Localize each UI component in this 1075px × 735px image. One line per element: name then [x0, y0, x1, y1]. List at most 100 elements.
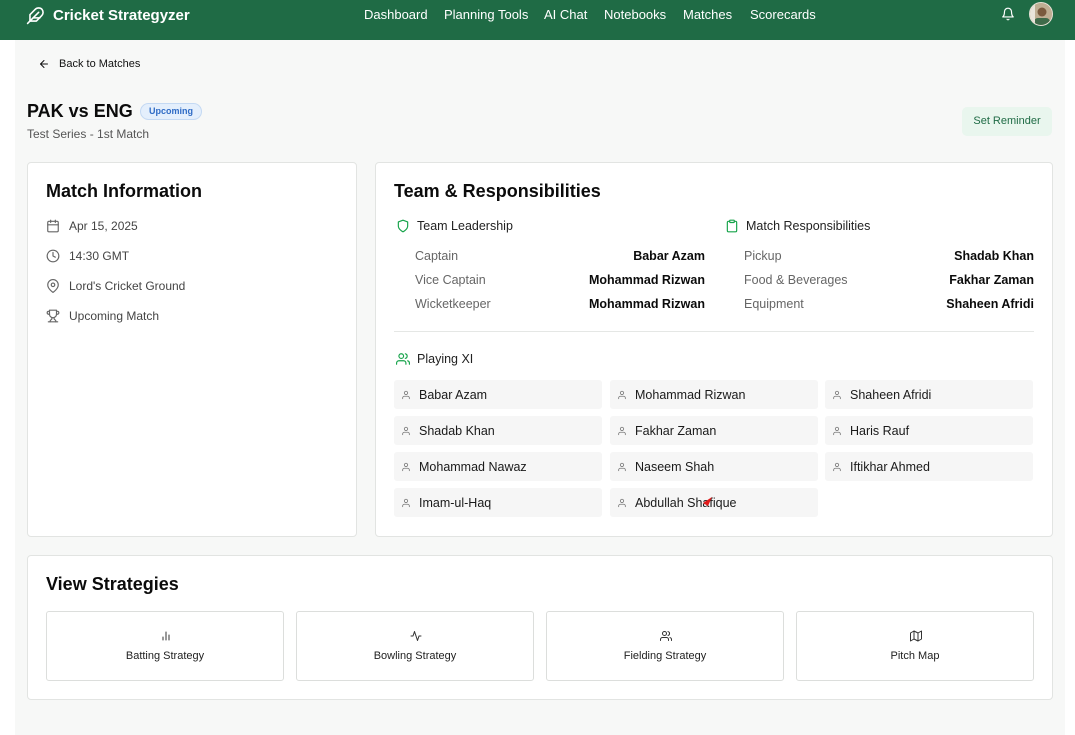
section-divider	[394, 331, 1034, 332]
feather-logo-icon	[26, 7, 44, 25]
nav-scorecards[interactable]: Scorecards	[750, 7, 816, 22]
nav-dashboard[interactable]: Dashboard	[364, 7, 428, 22]
team-leadership-label: Team Leadership	[417, 219, 513, 233]
player-name: Fakhar Zaman	[635, 423, 717, 438]
bar-chart-icon	[162, 631, 170, 641]
avatar-image-icon	[1030, 3, 1052, 25]
food-beverages-row: Food & Beverages Fakhar Zaman	[744, 273, 1034, 289]
captain-value: Babar Azam	[633, 249, 705, 263]
map-icon	[910, 630, 922, 642]
user-icon	[833, 462, 841, 471]
food-beverages-label: Food & Beverages	[744, 273, 848, 287]
player-item: Iftikhar Ahmed	[825, 452, 1033, 481]
player-name: Mohammad Nawaz	[419, 459, 527, 474]
match-venue-value: Lord's Cricket Ground	[69, 279, 186, 293]
match-status: Upcoming Match	[46, 309, 159, 323]
player-name: Shadab Khan	[419, 423, 495, 438]
equipment-row: Equipment Shaheen Afridi	[744, 297, 1034, 313]
player-item: Shadab Khan	[394, 416, 602, 445]
match-information-card: Match Information Apr 15, 2025 14:30 GMT…	[27, 162, 357, 537]
set-reminder-button[interactable]: Set Reminder	[962, 107, 1052, 136]
pitch-map-button[interactable]: Pitch Map	[796, 611, 1034, 681]
vice-captain-value: Mohammad Rizwan	[589, 273, 705, 287]
playing-xi-heading: Playing XI	[396, 352, 473, 366]
player-item: Abdullah Shafique	[610, 488, 818, 517]
nav-notebooks[interactable]: Notebooks	[604, 7, 666, 22]
captain-label: Captain	[415, 249, 459, 263]
player-item: Mohammad Nawaz	[394, 452, 602, 481]
match-responsibilities-heading: Match Responsibilities	[725, 219, 870, 233]
player-name: Naseem Shah	[635, 459, 715, 474]
trophy-icon	[46, 309, 60, 323]
nav-ai-chat[interactable]: AI Chat	[544, 7, 587, 22]
equipment-value: Shaheen Afridi	[946, 297, 1034, 311]
batting-strategy-button[interactable]: Batting Strategy	[46, 611, 284, 681]
player-item: Babar Azam	[394, 380, 602, 409]
activity-icon	[410, 631, 422, 641]
player-name: Haris Rauf	[850, 423, 910, 438]
match-status-value: Upcoming Match	[69, 309, 160, 323]
user-icon	[402, 498, 410, 507]
clipboard-icon	[726, 219, 738, 233]
player-name: Mohammad Rizwan	[635, 387, 746, 402]
match-responsibilities-label: Match Responsibilities	[746, 219, 871, 233]
food-beverages-value: Fakhar Zaman	[949, 273, 1034, 287]
avatar[interactable]	[1029, 2, 1053, 26]
users-icon	[396, 353, 410, 365]
wicketkeeper-label: Wicketkeeper	[415, 297, 491, 311]
arrow-left-icon	[40, 60, 48, 68]
captain-row: Captain Babar Azam	[415, 249, 705, 265]
vice-captain-row: Vice Captain Mohammad Rizwan	[415, 273, 705, 289]
pickup-row: Pickup Shadab Khan	[744, 249, 1034, 265]
match-venue: Lord's Cricket Ground	[46, 279, 185, 293]
status-badge: Upcoming	[140, 103, 202, 120]
bell-icon[interactable]	[1001, 7, 1015, 21]
wicketkeeper-row: Wicketkeeper Mohammad Rizwan	[415, 297, 705, 313]
pickup-label: Pickup	[744, 249, 782, 263]
view-strategies-card: View Strategies Batting Strategy Bowling…	[27, 555, 1053, 700]
team-leadership-heading: Team Leadership	[396, 219, 513, 233]
pitch-map-label: Pitch Map	[890, 650, 940, 662]
shield-icon	[397, 219, 409, 233]
brand[interactable]: Cricket Strategyzer	[26, 6, 190, 25]
player-name: Abdullah Shafique	[635, 495, 737, 510]
user-icon	[618, 498, 626, 507]
match-date: Apr 15, 2025	[46, 219, 138, 233]
user-icon	[618, 462, 626, 471]
fielding-strategy-label: Fielding Strategy	[623, 650, 707, 662]
player-name: Imam-ul-Haq	[419, 495, 492, 510]
player-item: Mohammad Rizwan	[610, 380, 818, 409]
clock-icon	[46, 249, 60, 263]
nav-matches[interactable]: Matches	[683, 7, 732, 22]
team-responsibilities-card: Team & Responsibilities Team Leadership …	[375, 162, 1053, 537]
user-icon	[833, 426, 841, 435]
player-item: Haris Rauf	[825, 416, 1033, 445]
user-icon	[833, 390, 841, 399]
wicketkeeper-value: Mohammad Rizwan	[589, 297, 705, 311]
match-date-value: Apr 15, 2025	[69, 219, 138, 233]
match-information-title: Match Information	[46, 181, 202, 201]
nav-planning-tools[interactable]: Planning Tools	[444, 7, 528, 22]
match-time: 14:30 GMT	[46, 249, 129, 263]
pickup-value: Shadab Khan	[954, 249, 1034, 263]
back-to-matches-link[interactable]: Back to Matches	[38, 58, 140, 70]
bowling-strategy-label: Bowling Strategy	[373, 650, 457, 662]
user-icon	[618, 426, 626, 435]
player-name: Iftikhar Ahmed	[850, 459, 930, 474]
batting-strategy-label: Batting Strategy	[125, 650, 205, 662]
match-subtitle: Test Series - 1st Match	[27, 127, 150, 141]
match-time-value: 14:30 GMT	[69, 249, 130, 263]
map-pin-icon	[47, 279, 59, 293]
user-icon	[618, 390, 626, 399]
view-strategies-title: View Strategies	[46, 574, 179, 594]
bowling-strategy-button[interactable]: Bowling Strategy	[296, 611, 534, 681]
fielding-strategy-button[interactable]: Fielding Strategy	[546, 611, 784, 681]
team-responsibilities-title: Team & Responsibilities	[394, 181, 601, 201]
mouse-cursor-icon	[703, 497, 712, 506]
back-label: Back to Matches	[59, 58, 141, 70]
player-item: Shaheen Afridi	[825, 380, 1033, 409]
users-icon	[660, 631, 672, 641]
top-navigation-bar: Cricket Strategyzer Dashboard Planning T…	[0, 0, 1075, 40]
user-icon	[402, 426, 410, 435]
player-name: Shaheen Afridi	[850, 387, 932, 402]
